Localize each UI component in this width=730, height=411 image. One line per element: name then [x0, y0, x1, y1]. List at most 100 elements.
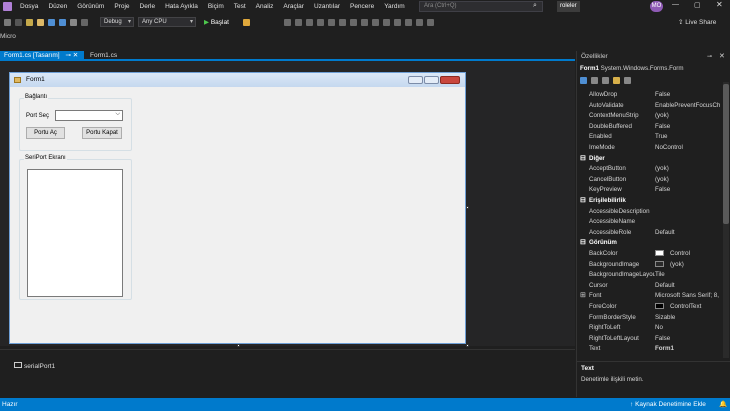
- property-value[interactable]: Default: [655, 281, 725, 292]
- hot-reload-icon[interactable]: [242, 18, 250, 26]
- tab-form1-designer[interactable]: Form1.cs [Tasarım] ⊸ ✕: [0, 51, 84, 61]
- serial-output-textbox[interactable]: [27, 169, 123, 297]
- center-vertical-icon[interactable]: [404, 18, 412, 26]
- close-panel-icon[interactable]: ✕: [719, 52, 725, 60]
- menu-item-2[interactable]: Görünüm: [72, 3, 109, 10]
- property-value[interactable]: Default: [655, 228, 725, 239]
- collapse-icon[interactable]: ⊟: [580, 196, 586, 207]
- properties-scrollbar-thumb[interactable]: [723, 84, 729, 224]
- property-row[interactable]: ImeMode NoControl: [577, 143, 725, 154]
- config-dropdown[interactable]: Debug: [100, 17, 134, 27]
- pin-icon[interactable]: ⊸: [65, 52, 70, 59]
- align-center-icon[interactable]: [305, 18, 313, 26]
- close-window-button[interactable]: ✕: [716, 0, 723, 9]
- same-size-icon[interactable]: [360, 18, 368, 26]
- open-port-button[interactable]: Portu Aç: [26, 127, 65, 139]
- align-right-icon[interactable]: [316, 18, 324, 26]
- property-value[interactable]: (yok): [655, 260, 725, 271]
- property-row[interactable]: AccessibleDescription: [577, 207, 725, 218]
- resize-handle-corner[interactable]: [466, 344, 469, 347]
- property-row[interactable]: DoubleBuffered False: [577, 122, 725, 133]
- tab-form1-code[interactable]: Form1.cs: [86, 51, 121, 61]
- notifications-icon[interactable]: 🔔: [719, 398, 727, 411]
- property-value[interactable]: False: [655, 122, 725, 133]
- menu-item-6[interactable]: Biçim: [203, 3, 229, 10]
- close-port-button[interactable]: Portu Kapat: [82, 127, 122, 139]
- new-project-icon[interactable]: [26, 18, 33, 26]
- property-row[interactable]: AccessibleName: [577, 217, 725, 228]
- property-row[interactable]: Text Form1: [577, 344, 725, 355]
- menu-item-1[interactable]: Düzen: [43, 3, 72, 10]
- property-row[interactable]: ContextMenuStrip (yok): [577, 111, 725, 122]
- menu-item-12[interactable]: Yardım: [379, 3, 409, 10]
- property-value[interactable]: True: [655, 132, 725, 143]
- menu-item-3[interactable]: Proje: [109, 3, 134, 10]
- menu-item-10[interactable]: Uzantılar: [309, 3, 345, 10]
- source-control-button[interactable]: ↑ Kaynak Denetimine Ekle: [630, 398, 706, 411]
- collapse-icon[interactable]: ⊟: [580, 238, 586, 249]
- property-value[interactable]: Microsoft Sans Serif; 8,: [655, 291, 725, 302]
- bring-front-icon[interactable]: [415, 18, 423, 26]
- property-row[interactable]: AcceptButton (yok): [577, 164, 725, 175]
- menu-item-4[interactable]: Derle: [135, 3, 161, 10]
- port-combobox[interactable]: ⌵: [55, 110, 123, 121]
- property-value[interactable]: False: [655, 185, 725, 196]
- pin-panel-icon[interactable]: ⊸: [707, 53, 712, 60]
- property-row[interactable]: RightToLeft No: [577, 323, 725, 334]
- property-value[interactable]: (yok): [655, 164, 725, 175]
- property-row[interactable]: Cursor Default: [577, 281, 725, 292]
- property-row[interactable]: BackgroundImage (yok): [577, 260, 725, 271]
- resize-handle-bottom[interactable]: [237, 344, 240, 347]
- connection-groupbox[interactable]: Bağlantı Port Seç ⌵ Portu Aç Portu Kapat: [19, 94, 132, 151]
- property-value[interactable]: Tile: [655, 270, 725, 281]
- property-value[interactable]: No: [655, 323, 725, 334]
- center-horizontal-icon[interactable]: [393, 18, 401, 26]
- property-value[interactable]: Sizable: [655, 313, 725, 324]
- property-category[interactable]: ⊟ Diğer: [577, 154, 725, 165]
- align-left-icon[interactable]: [294, 18, 302, 26]
- property-row[interactable]: FormBorderStyle Sizable: [577, 313, 725, 324]
- property-value[interactable]: EnablePreventFocusCh: [655, 101, 725, 112]
- property-row[interactable]: Enabled True: [577, 132, 725, 143]
- events-icon[interactable]: [613, 77, 620, 84]
- align-bottom-icon[interactable]: [349, 18, 357, 26]
- property-category[interactable]: ⊟ Görünüm: [577, 238, 725, 249]
- undo-icon[interactable]: [70, 18, 77, 26]
- property-category[interactable]: ⊟ Erişilebilirlik: [577, 196, 725, 207]
- property-row[interactable]: CancelButton (yok): [577, 175, 725, 186]
- categorized-icon[interactable]: [580, 77, 587, 84]
- property-row[interactable]: BackgroundImageLayout Tile: [577, 270, 725, 281]
- property-pages-icon[interactable]: [624, 77, 631, 84]
- maximize-window-button[interactable]: ▢: [694, 1, 701, 9]
- form-preview[interactable]: Form1 Bağlantı Port Seç ⌵ Portu Aç Portu…: [9, 72, 466, 344]
- property-value[interactable]: Control: [655, 249, 725, 260]
- property-row[interactable]: ⊞ Font Microsoft Sans Serif; 8,: [577, 291, 725, 302]
- send-back-icon[interactable]: [426, 18, 434, 26]
- search-input[interactable]: Ara (Ctrl+Q): [419, 1, 543, 12]
- start-button[interactable]: ▶ Başlat: [204, 18, 229, 26]
- property-row[interactable]: AccessibleRole Default: [577, 228, 725, 239]
- forward-icon[interactable]: [15, 18, 22, 26]
- serialport-component[interactable]: serialPort1: [14, 362, 55, 370]
- align-top-icon[interactable]: [327, 18, 335, 26]
- property-value[interactable]: NoControl: [655, 143, 725, 154]
- menu-item-8[interactable]: Analiz: [251, 3, 279, 10]
- collapse-icon[interactable]: ⊟: [580, 154, 586, 165]
- property-value[interactable]: ControlText: [655, 302, 725, 313]
- property-row[interactable]: BackColor Control: [577, 249, 725, 260]
- property-value[interactable]: False: [655, 334, 725, 345]
- platform-dropdown[interactable]: Any CPU: [138, 17, 196, 27]
- minimize-window-button[interactable]: —: [672, 1, 679, 8]
- align-middle-icon[interactable]: [338, 18, 346, 26]
- property-row[interactable]: RightToLeftLayout False: [577, 334, 725, 345]
- property-row[interactable]: AutoValidate EnablePreventFocusCh: [577, 101, 725, 112]
- close-icon[interactable]: ✕: [73, 52, 78, 59]
- user-avatar[interactable]: MO: [650, 1, 663, 12]
- property-value[interactable]: Form1: [655, 344, 725, 355]
- property-value[interactable]: (yok): [655, 175, 725, 186]
- layout-align-icon[interactable]: [283, 18, 291, 26]
- serial-screen-groupbox[interactable]: SeriPort Ekranı: [19, 155, 132, 300]
- menu-item-11[interactable]: Pencere: [345, 3, 379, 10]
- save-icon[interactable]: [48, 18, 55, 26]
- menu-item-9[interactable]: Araçlar: [278, 3, 309, 10]
